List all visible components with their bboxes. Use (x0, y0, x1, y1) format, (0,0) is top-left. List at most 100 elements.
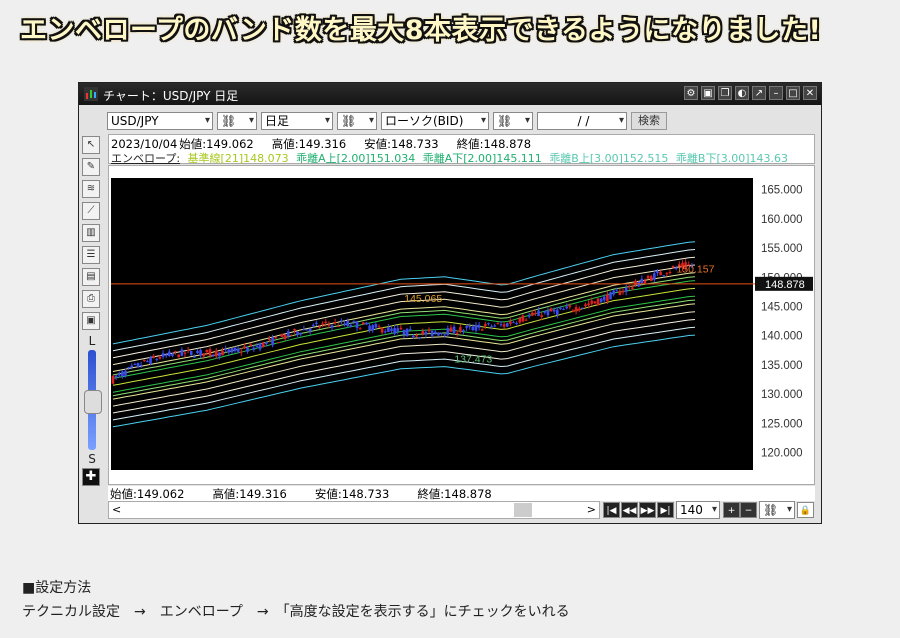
candle-body (565, 306, 569, 309)
next-page-icon[interactable]: ▶▶ (639, 502, 656, 518)
bottom-high: 高値:149.316 (212, 487, 287, 501)
scroll-thumb[interactable] (514, 503, 532, 517)
horizontal-scrollbar[interactable]: < > (108, 501, 600, 519)
symbol-select[interactable]: USD/JPY ▾ (107, 112, 213, 130)
first-page-icon[interactable]: |◀ (603, 502, 620, 518)
cursor-tool-icon[interactable]: ↖ (82, 136, 100, 154)
copy-icon[interactable]: ❐ (718, 86, 732, 100)
date-input[interactable]: / / ▾ (537, 112, 627, 130)
info-low: 安値:148.733 (364, 137, 439, 151)
candle-body (271, 337, 274, 346)
save-icon[interactable]: ▣ (82, 312, 100, 330)
y-tick-label: 120.000 (761, 447, 803, 459)
candle-body (368, 325, 371, 331)
link-select-1[interactable]: ⛓ ▾ (217, 112, 257, 130)
link-select-4[interactable]: ⛓ ▾ (759, 501, 795, 519)
candle-body (296, 331, 299, 335)
candle-body (393, 328, 396, 334)
crosshair-icon[interactable]: ✚ (82, 468, 100, 486)
candle-body (233, 347, 237, 351)
link-icon: ⛓ (221, 114, 237, 128)
candle-body (596, 298, 600, 306)
title-bar[interactable]: チャート：USD/JPY 日足 ⚙ ▣ ❐ ◐ ↗ – □ ✕ (79, 83, 821, 105)
envelope-label: エンベロープ: (111, 152, 181, 165)
lock-icon[interactable]: 🔒 (797, 502, 814, 518)
candle-body (311, 324, 315, 326)
candle-body (302, 329, 306, 331)
price-chart[interactable]: 165.000160.000155.000150.000145.000140.0… (109, 166, 815, 484)
y-tick-label: 135.000 (761, 360, 803, 372)
date-value: / / (577, 114, 590, 128)
candle-body (618, 290, 622, 295)
candle-body (277, 342, 281, 344)
chevron-down-icon: ▾ (480, 115, 486, 126)
candle-body (546, 310, 550, 316)
arrow-icon[interactable]: ↗ (752, 86, 766, 100)
minimize-icon[interactable]: – (769, 86, 783, 100)
scroll-left-icon[interactable]: < (112, 503, 121, 516)
search-button[interactable]: 検索 (631, 112, 667, 130)
candle-body (155, 359, 159, 361)
zoom-slider-handle[interactable] (84, 390, 102, 414)
last-page-icon[interactable]: ▶| (657, 502, 674, 518)
candle-body (437, 332, 440, 336)
link-select-3[interactable]: ⛓ ▾ (493, 112, 533, 130)
candle-body (659, 271, 662, 276)
envelope-a-up: 乖離A上[2.00]151.034 (296, 152, 416, 165)
indicator-icon[interactable]: ≋ (82, 180, 100, 198)
candle-body (308, 328, 312, 332)
candle-body (180, 349, 184, 356)
candle-body (421, 331, 425, 334)
close-icon[interactable]: ✕ (803, 86, 817, 100)
candle-body (390, 328, 393, 331)
zoom-in-icon[interactable]: + (723, 502, 740, 518)
candle-body (593, 301, 597, 304)
candle-body (599, 298, 603, 303)
list-icon[interactable]: ☰ (82, 246, 100, 264)
candle-body (665, 273, 669, 275)
candle-body (346, 320, 349, 326)
candle-body (505, 323, 509, 327)
trend-line-icon[interactable]: ⟋ (82, 202, 100, 220)
candle-body (584, 304, 587, 306)
scroll-right-icon[interactable]: > (587, 503, 596, 516)
palette-icon[interactable]: ◐ (735, 86, 749, 100)
print-icon[interactable]: ⎙ (82, 290, 100, 308)
price-type-select[interactable]: ローソク(BID) ▾ (381, 112, 489, 130)
candle-body (556, 309, 559, 315)
bar-chart-icon[interactable]: ▥ (82, 224, 100, 242)
y-tick-label: 125.000 (761, 418, 803, 430)
pin-icon[interactable]: ▣ (701, 86, 715, 100)
candle-body (177, 354, 181, 358)
envelope-b-up: 乖離B上[3.00]152.515 (549, 152, 669, 165)
link-select-2[interactable]: ⛓ ▾ (337, 112, 377, 130)
prev-page-icon[interactable]: ◀◀ (621, 502, 638, 518)
maximize-icon[interactable]: □ (786, 86, 800, 100)
candle-body (527, 315, 531, 317)
zoom-slider[interactable] (84, 350, 102, 450)
candle-body (427, 329, 431, 332)
timeframe-value: 日足 (265, 114, 290, 128)
candle-body (477, 324, 481, 328)
bottom-open: 始値:149.062 (110, 487, 185, 501)
settings-icon[interactable]: ⚙ (684, 86, 698, 100)
settings-instructions: テクニカル設定 → エンベロープ → 「高度な設定を表示する」にチェックをいれる (22, 604, 570, 620)
candle-body (305, 329, 309, 331)
note-icon[interactable]: ▤ (82, 268, 100, 286)
candle-body (621, 291, 625, 293)
candle-body (355, 321, 359, 329)
zoom-out-icon[interactable]: − (740, 502, 757, 518)
candle-body (499, 324, 503, 326)
candle-body (646, 276, 650, 279)
candle-body (634, 280, 637, 285)
bar-count-select[interactable]: 140 ▾ (676, 501, 720, 519)
candle-body (205, 349, 209, 353)
candle-body (224, 348, 227, 350)
candle-body (136, 363, 140, 368)
pen-tool-icon[interactable]: ✎ (82, 158, 100, 176)
candle-body (186, 349, 190, 351)
chart-frame: 165.000160.000155.000150.000145.000140.0… (108, 165, 815, 485)
timeframe-select[interactable]: 日足 ▾ (261, 112, 333, 130)
candle-body (111, 376, 115, 384)
candle-body (649, 276, 653, 281)
